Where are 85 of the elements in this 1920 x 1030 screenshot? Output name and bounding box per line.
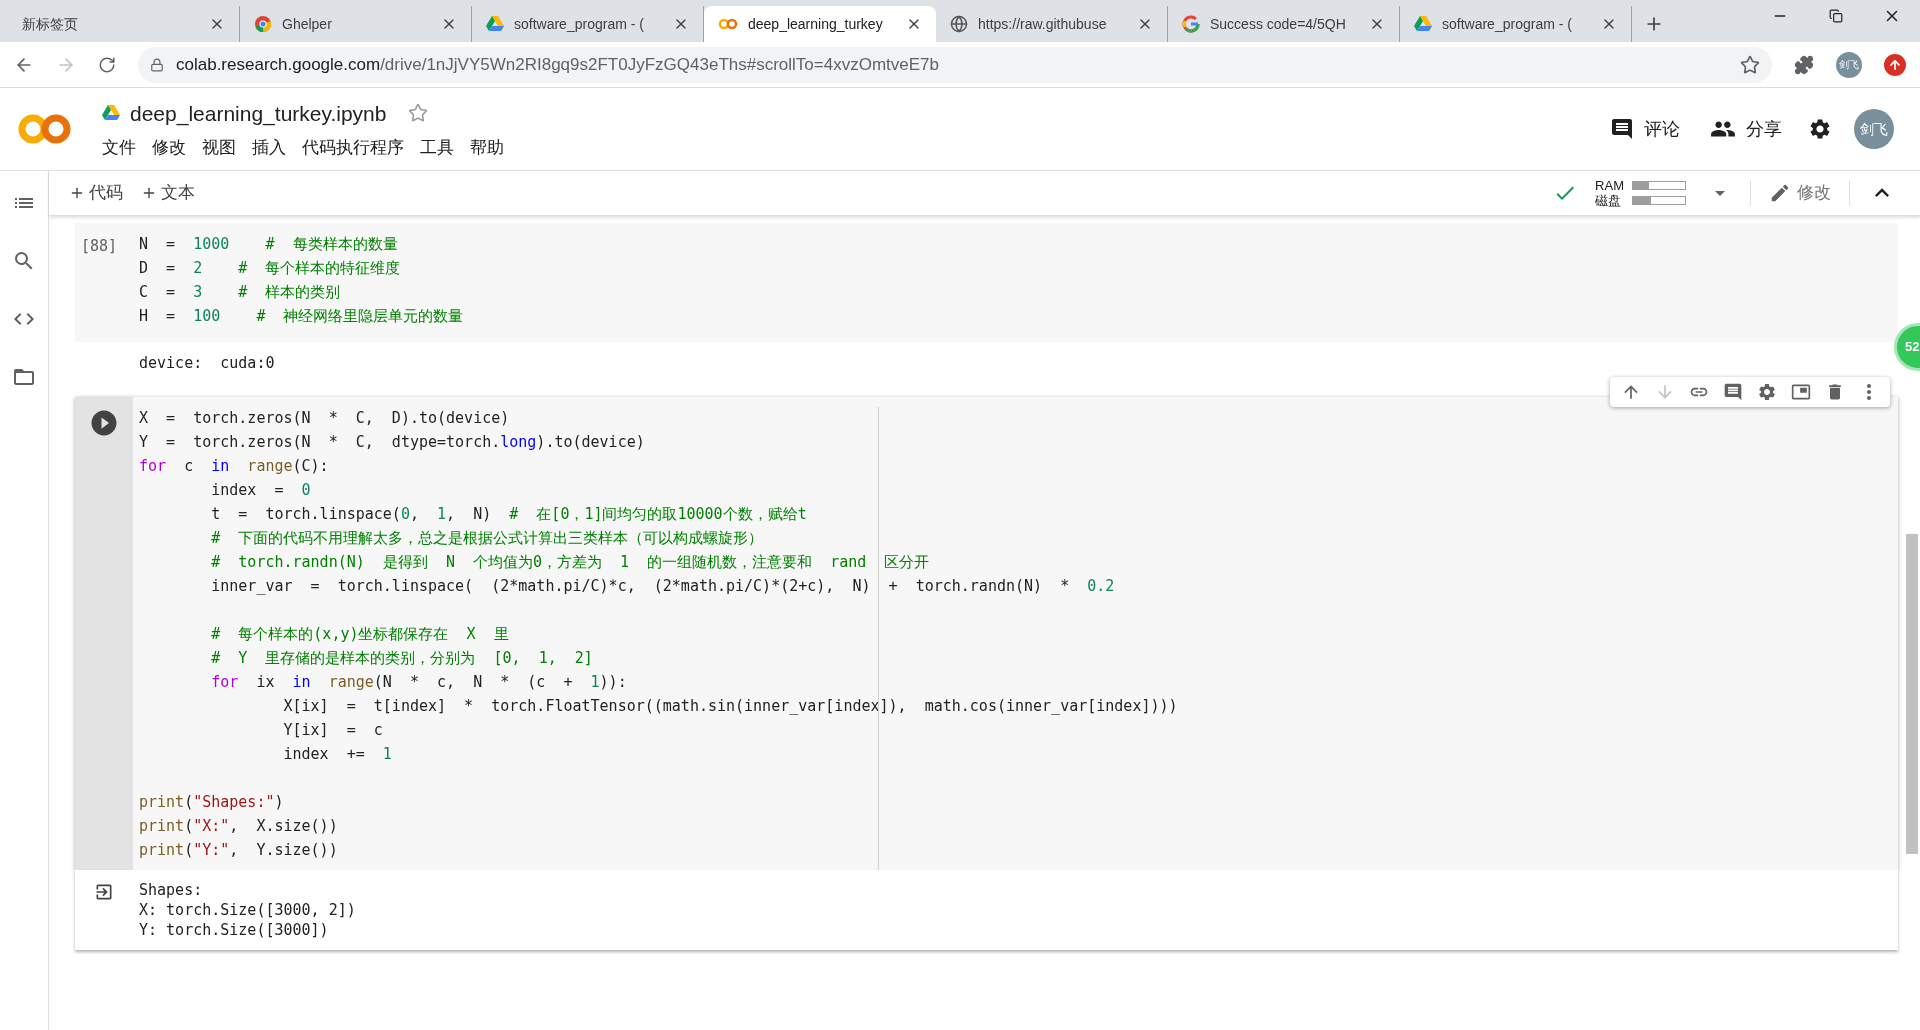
code-line: t = torch.linspace(0, 1, N) # 在[0，1]间均匀的取10000个数，赋给t [210,504,807,525]
arrow-up-icon [1888,57,1902,72]
comment-icon [1723,382,1743,402]
code-line: # torch.randn(N) 是得到 N 个均值为0，方差为 1 的一组随机数，注意要和 rand 区分开 [210,552,930,573]
tab-title: 新标签页 [22,14,79,34]
ram-label: RAM [1595,178,1624,193]
settings-icon[interactable] [1808,117,1832,141]
more-icon [1867,384,1871,400]
code-line: index += 1 [282,744,392,765]
code-line: inner_var = torch.linspace( (2*math.pi/C)*c, (2*math.pi/C)*(2+c), N) + torch.randn(N) * 0.2 [210,576,1115,597]
globe-icon [950,15,968,33]
drive-icon [486,16,504,32]
add-text-button[interactable]: 文本 [141,180,195,206]
execution-count: [88] [81,237,118,255]
lock-icon [150,57,164,72]
drive-icon [102,105,120,122]
browser-tab[interactable]: 新标签页 [8,6,240,42]
comment-icon [1610,117,1634,141]
code-line: for c in range(C): [139,456,329,477]
output-line: X: torch.Size([3000, 2]) [139,900,356,920]
code-line: print("Shapes:") [139,792,284,813]
mirror-cell-icon [1791,382,1811,402]
code-line: H = 100 # 神经网络里隐层单元的数量 [139,306,464,327]
restore-icon[interactable] [1829,9,1843,23]
code-line: Y = torch.zeros(N * C, dtype=torch.long).to(device) [139,432,645,453]
browser-tab[interactable]: Ghelper [240,6,472,42]
menu-item[interactable]: 视图 [202,135,236,161]
browser-tab[interactable]: https://raw.githubuse [936,6,1168,42]
menu-item[interactable]: 文件 [102,135,136,161]
code-line: print("X:", X.size()) [139,816,338,837]
colab-icon [718,18,738,30]
code-line: X = torch.zeros(N * C, D).to(device) [139,408,510,429]
update-icon[interactable] [1884,53,1906,76]
reload-icon[interactable] [98,55,116,74]
code-line: # 下面的代码不用理解太多，总之是根据公式计算出三类样本（可以构成螺旋形） [210,528,764,549]
output-line: device: cuda:0 [139,353,275,373]
code-line: Y[ix] = c [282,720,383,741]
drive-icon [1414,16,1432,32]
settings-icon [1757,382,1777,402]
code-line: index = 0 [210,480,311,501]
code-line: C = 3 # 样本的类别 [139,282,341,303]
bookmark-star-icon[interactable] [1740,54,1760,75]
tab-title: Ghelper [282,14,333,34]
tab-title: https://raw.githubuse [978,14,1108,34]
share-button[interactable]: 分享 [1710,115,1782,143]
menu-item[interactable]: 工具 [420,135,454,161]
browser-tab[interactable]: deep_learning_turkey [704,6,936,42]
code-line: print("Y:", Y.size()) [139,840,338,861]
tab-title: deep_learning_turkey [748,14,884,34]
plus-icon [141,185,157,201]
code-line: X[ix] = t[index] * torch.FloatTensor((math.sin(inner_var[index]), math.cos(inner_var[index]))) [282,696,1178,717]
run-button[interactable] [89,408,119,438]
output-line: Y: torch.Size([3000]) [139,920,330,940]
address-field[interactable]: colab.research.google.com/drive/1nJjVY5Wn2RI8gq9s2FT0JyFzGQ43eThs#scrollTo=4xvzOmtveE7b [138,46,1772,83]
output-icon [94,882,114,902]
code-cell[interactable] [75,397,1898,870]
tab-title: software_program - ( [514,14,645,34]
browser-tab[interactable]: software_program - ( [1400,6,1632,42]
code-cell[interactable]: [88] N = 1000 # 每类样本的数量 D = 2 # 每个样本的特征维度 C = 3 # 样本的类别 H = 100 # 神经网络里隐层单元的数量 [75,223,1898,342]
star-icon[interactable] [408,103,429,124]
extensions-icon[interactable] [1794,54,1814,75]
scrollbar-thumb[interactable] [1906,534,1918,854]
tab-title: Success code=4/5QH [1210,14,1347,34]
code-line: D = 2 # 每个样本的特征维度 [139,258,401,279]
code-line: for ix in range(N * c, N * (c + 1)): [210,672,627,693]
code-line: # Y 里存储的是样本的类别，分别为 [0, 1, 2] [210,648,593,669]
plus-icon [69,185,85,201]
pencil-icon [1769,182,1791,204]
comment-button[interactable]: 评论 [1610,115,1680,143]
colab-logo[interactable] [18,113,72,145]
browser-tab[interactable]: Success code=4/5QH [1168,6,1400,42]
tab-title: software_program - ( [1442,14,1573,34]
add-code-button[interactable]: 代码 [69,180,123,206]
code-line: # 每个样本的(x,y)坐标都保存在 X 里 [210,624,509,645]
edit-button[interactable]: 修改 [1769,180,1831,206]
disk-label: 磁盘 [1595,193,1623,208]
code-line: N = 1000 # 每类样本的数量 [139,234,398,255]
menu-item[interactable]: 代码执行程序 [302,135,404,161]
notebook-title[interactable]: deep_learning_turkey.ipynb [130,97,387,129]
output-line: Shapes: [139,880,204,900]
menu-item[interactable]: 修改 [152,135,186,161]
chrome-icon [254,15,272,33]
menu-item[interactable]: 插入 [252,135,286,161]
menu-item[interactable]: 帮助 [470,135,504,161]
google-icon [1182,15,1200,33]
